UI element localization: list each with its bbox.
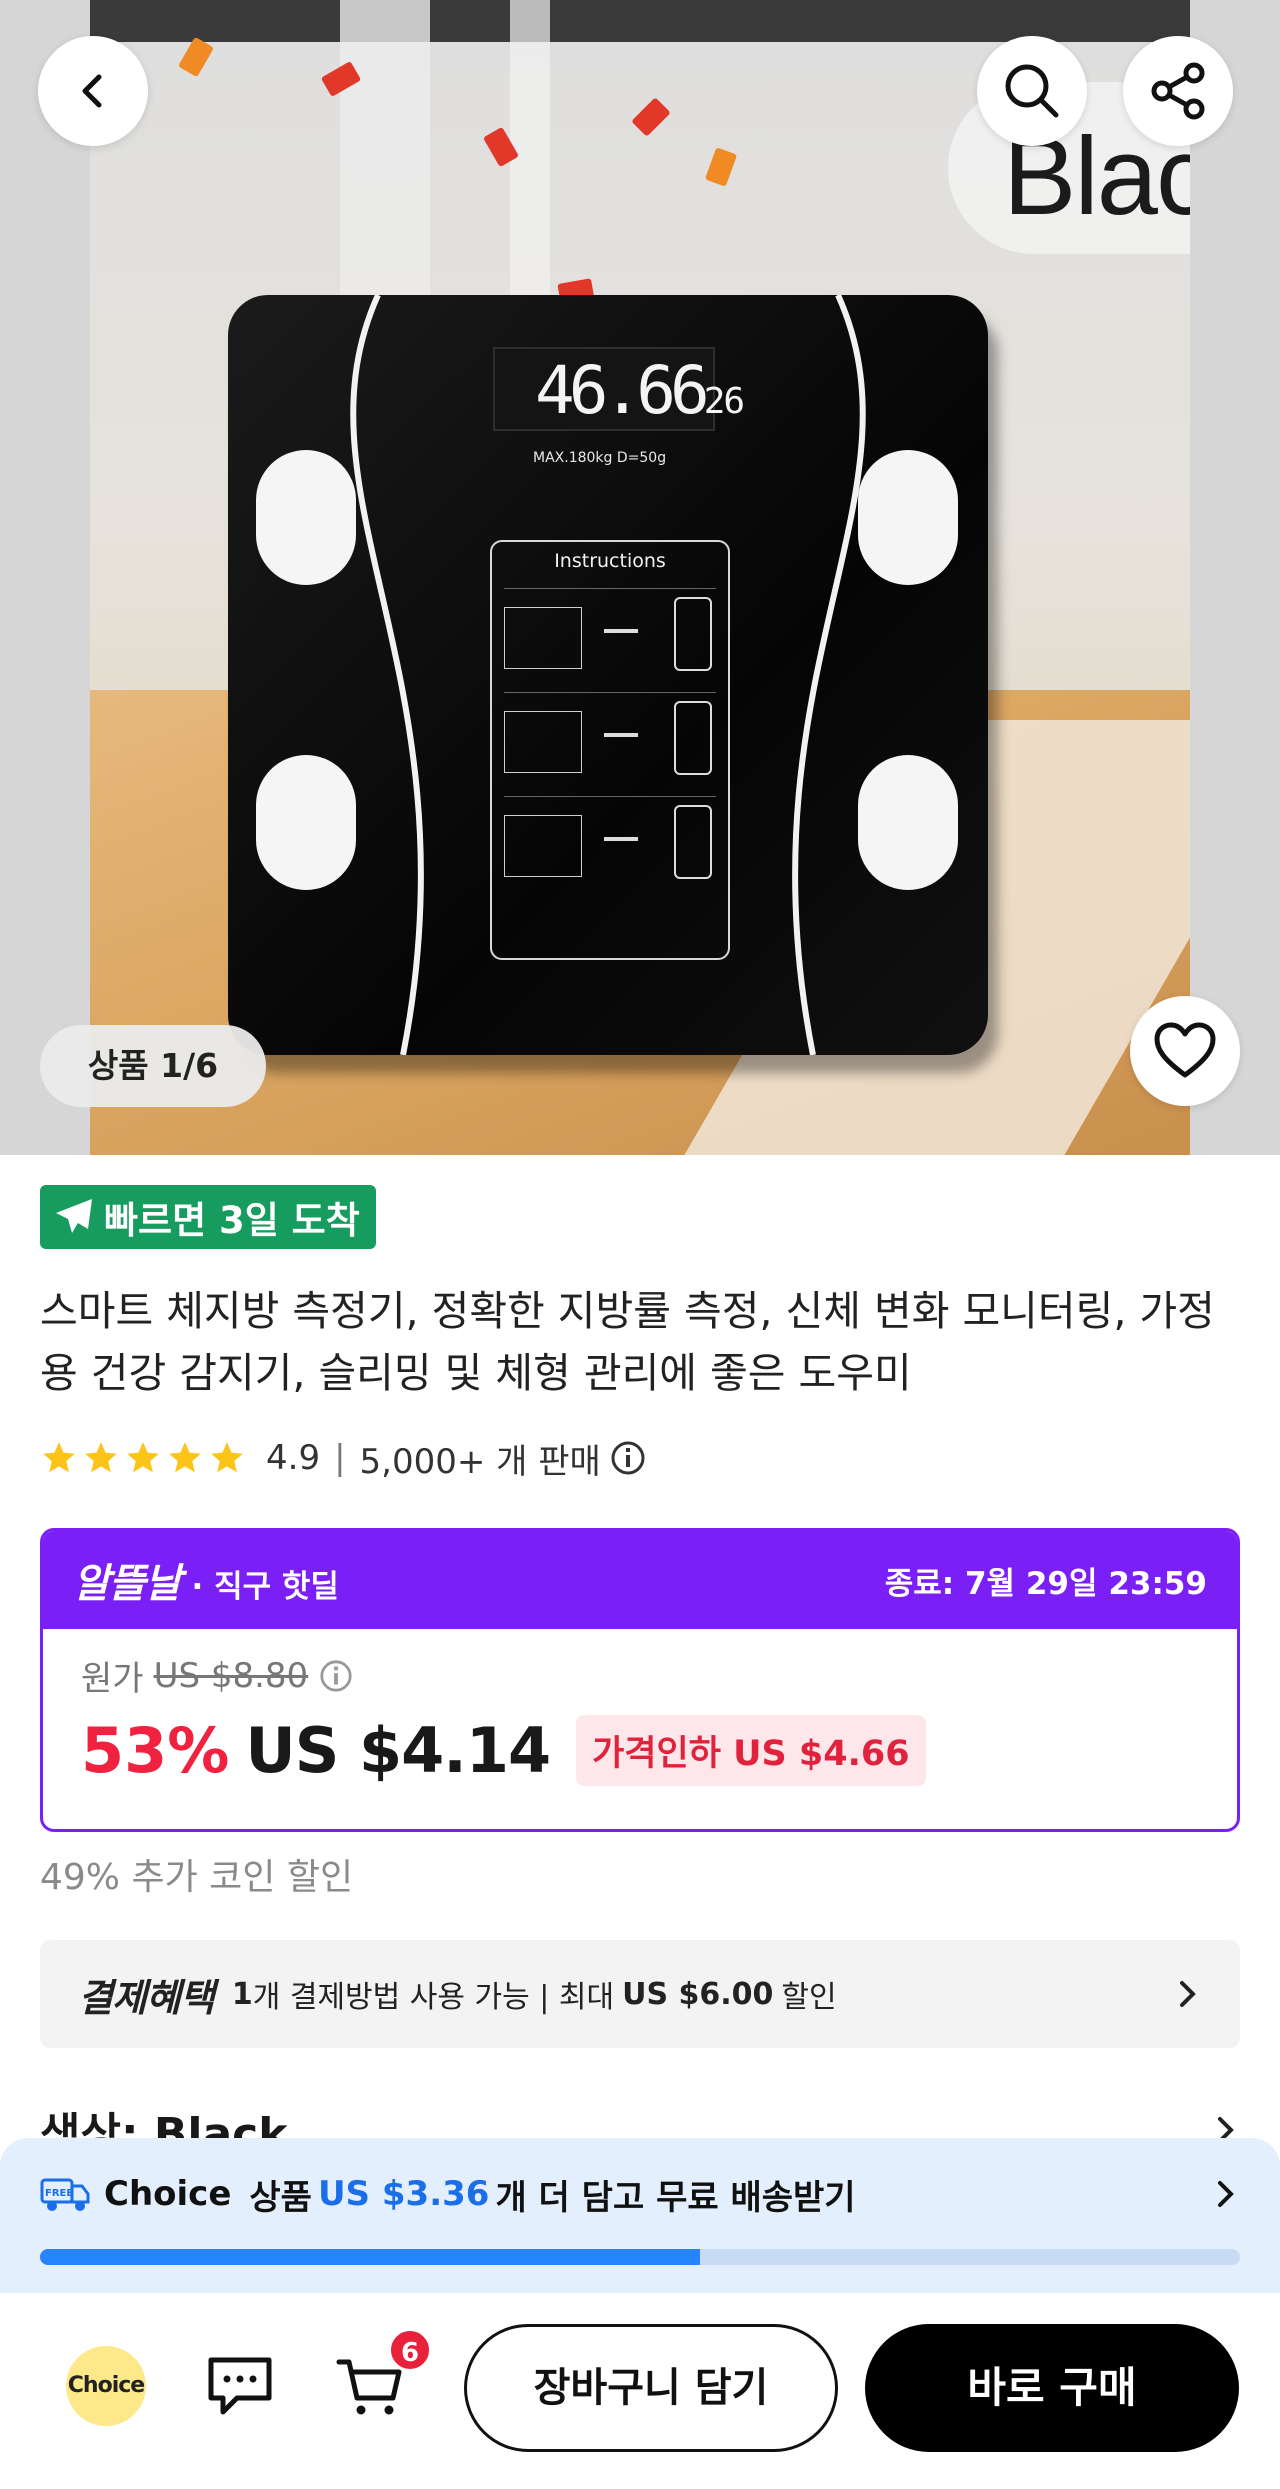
choice-logo[interactable]: Choice <box>66 2346 146 2426</box>
delivery-text: 빠르면 3일 도착 <box>104 1199 360 1242</box>
image-counter: 상품 1/6 <box>40 1025 266 1107</box>
choice-suffix: 개 더 담고 무료 배송받기 <box>495 2177 856 2218</box>
star-icon <box>211 1442 243 1473</box>
choice-brand: Choice <box>104 2174 232 2214</box>
payment-benefit-text: 개 결제방법 사용 가능 | 최대 <box>252 1980 615 2015</box>
electrode-pad <box>858 450 958 585</box>
product-image[interactable]: Black 46.6626 MAX.180kg D=50g Instructio… <box>90 0 1190 1155</box>
deal-header: 알뜰날 · 직구 핫딜 종료: 7월 29일 23:59 <box>43 1531 1237 1629</box>
electrode-pad <box>858 755 958 890</box>
choice-amount: US $3.36 <box>317 2174 490 2214</box>
share-icon <box>1151 62 1205 120</box>
wishlist-button[interactable] <box>1130 996 1240 1106</box>
choice-prefix: 상품 <box>249 2177 312 2218</box>
chevron-right-icon <box>1218 2181 1234 2207</box>
info-icon[interactable] <box>318 1658 354 1694</box>
share-button[interactable] <box>1123 36 1233 146</box>
electrode-pad <box>256 755 356 890</box>
instruction-step <box>504 588 716 676</box>
payment-benefit-row[interactable]: 결제혜택 1 개 결제방법 사용 가능 | 최대 US $6.00 할인 <box>40 1940 1240 2048</box>
rating-stars <box>40 1439 246 1477</box>
svg-text:FREE: FREE <box>45 2188 73 2199</box>
product-title: 스마트 체지방 측정기, 정확한 지방률 측정, 신체 변화 모니터링, 가정용… <box>40 1287 1215 1397</box>
free-shipping-message: FREE Choice 상품 US $3.36 개 더 담고 무료 배송받기 <box>40 2164 1240 2224</box>
separator: | <box>334 1438 346 1478</box>
scale-lcd-display: 46.6626 <box>493 347 745 431</box>
instruction-step <box>504 692 716 780</box>
payment-benefit-amount: US $6.00 <box>622 1976 774 2012</box>
lcd-temp: 26 <box>703 381 745 422</box>
payment-benefit-suffix: 할인 <box>781 1980 837 2015</box>
cart-count-badge: 6 <box>388 2328 432 2372</box>
confetti-decoration <box>177 36 215 78</box>
original-price-row: 원가 US $8.80 <box>81 1651 1199 1700</box>
original-price: US $8.80 <box>153 1655 309 1696</box>
scale-product: 46.6626 MAX.180kg D=50g Instructions <box>228 295 988 1055</box>
buy-now-button[interactable]: 바로 구매 <box>865 2324 1239 2452</box>
price-drop-badge: 가격인하 US $4.66 <box>576 1715 926 1786</box>
free-delivery-truck-icon: FREE <box>40 2178 90 2211</box>
heart-icon <box>1154 1022 1216 1078</box>
deal-end-time: 종료: 7월 29일 23:59 <box>884 1565 1207 1602</box>
deal-brand: 알뜰날 <box>73 1561 181 1607</box>
search-icon <box>1005 64 1059 118</box>
free-shipping-bar[interactable]: FREE Choice 상품 US $3.36 개 더 담고 무료 배송받기 <box>0 2138 1280 2293</box>
confetti-decoration <box>631 97 671 137</box>
electrode-pad <box>256 450 356 585</box>
scale-spec: MAX.180kg D=50g <box>533 450 667 466</box>
chevron-left-icon <box>82 74 102 108</box>
original-price-label: 원가 <box>81 1659 144 1699</box>
deal-box: 알뜰날 · 직구 핫딜 종료: 7월 29일 23:59 원가 US $8.80… <box>40 1528 1240 1832</box>
star-icon <box>169 1442 201 1473</box>
chat-button[interactable] <box>200 2346 280 2426</box>
chat-icon <box>208 2357 272 2415</box>
discount-percent: 53% <box>81 1714 230 1787</box>
progress-fill <box>40 2249 700 2265</box>
price-row: 53% US $4.14 가격인하 US $4.66 <box>81 1714 1199 1787</box>
back-button[interactable] <box>38 36 148 146</box>
coin-discount: 49% 추가 코인 할인 <box>40 1857 354 1898</box>
rating-value: 4.9 <box>266 1438 321 1478</box>
free-shipping-progress <box>40 2249 1240 2265</box>
deal-body: 원가 US $8.80 53% US $4.14 가격인하 US $4.66 <box>43 1629 1237 1809</box>
payment-benefit-title: 결제혜택 <box>78 1975 215 2020</box>
airplane-icon <box>56 1199 92 1233</box>
rating-row[interactable]: 4.9 | 5,000+ 개 판매 <box>40 1432 647 1484</box>
deal-subtitle: · 직구 핫딜 <box>191 1569 339 1605</box>
scale-instructions: Instructions <box>490 540 730 960</box>
lcd-weight: 46.66 <box>535 352 710 429</box>
chevron-right-icon <box>1180 1981 1196 2007</box>
fast-delivery-badge: 빠르면 3일 도착 <box>40 1185 376 1249</box>
instructions-title: Instructions <box>554 550 666 572</box>
sold-count: 5,000+ 개 판매 <box>359 1441 601 1482</box>
star-icon <box>85 1442 117 1473</box>
payment-method-count: 1 <box>231 1976 253 2012</box>
star-icon <box>127 1442 159 1473</box>
product-gallery[interactable]: Black 46.6626 MAX.180kg D=50g Instructio… <box>0 0 1280 1155</box>
add-to-cart-button[interactable]: 장바구니 담기 <box>464 2324 838 2452</box>
search-button[interactable] <box>977 36 1087 146</box>
sale-price: US $4.14 <box>245 1714 551 1787</box>
instruction-step <box>504 796 716 884</box>
confetti-decoration <box>704 147 738 187</box>
info-icon[interactable] <box>609 1439 647 1477</box>
star-icon <box>43 1442 75 1473</box>
